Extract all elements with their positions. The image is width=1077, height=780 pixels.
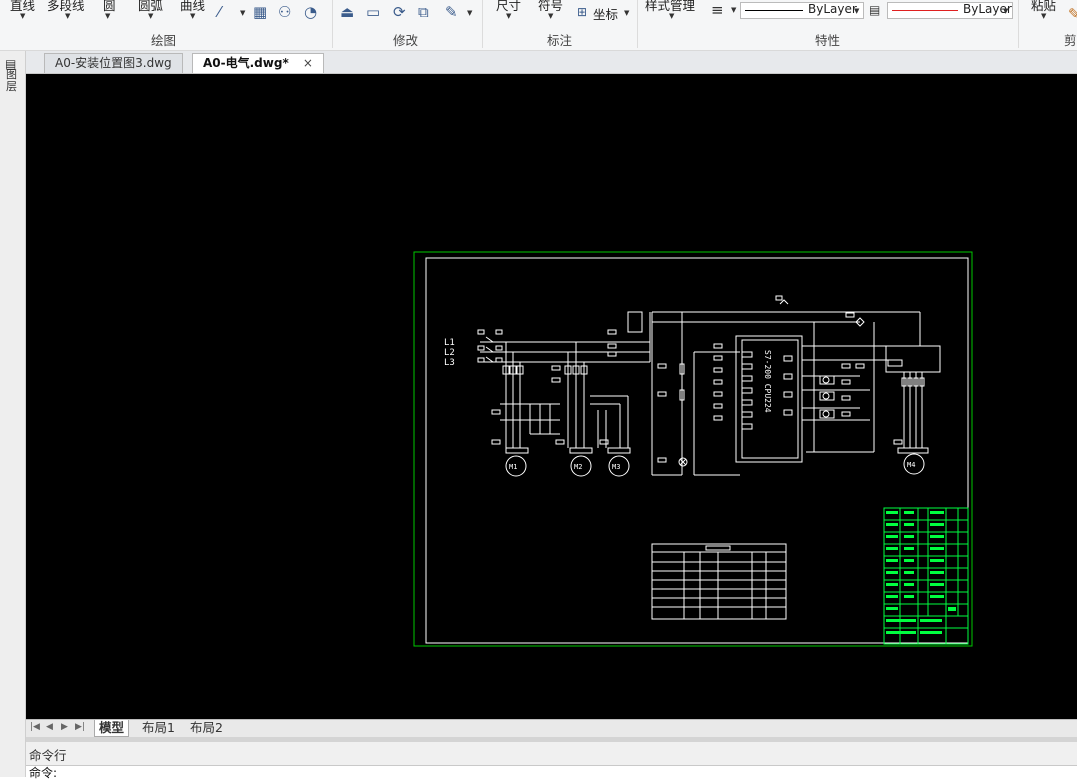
motor-label-m2: M2 — [574, 463, 582, 471]
layer-color-icon[interactable]: ▤ — [869, 2, 880, 18]
tab-layout1[interactable]: 布局1 — [138, 720, 179, 736]
first-layout-icon[interactable]: |◀ — [30, 722, 40, 732]
motor-label-m1: M1 — [509, 463, 517, 471]
modify-group-title: 修改 — [393, 33, 419, 48]
stretch-icon[interactable]: ⏏ — [340, 4, 354, 20]
group-divider — [332, 0, 333, 48]
group-divider — [1018, 0, 1019, 48]
phase-label-l1: L1 — [444, 338, 455, 348]
file-tab-bar: A0-安装位置图3.dwg A0-电气.dwg* × — [26, 51, 1077, 74]
command-panel-title: 命令行 — [29, 748, 67, 763]
hatch-icon[interactable]: ▦ — [253, 4, 267, 20]
style-manager-dropdown-icon[interactable]: ▼ — [669, 12, 674, 20]
brush-icon[interactable]: ✎ — [1068, 6, 1077, 22]
layout-tab-bar: |◀ ◀ ▶ ▶| 模型 布局1 布局2 — [26, 719, 1077, 738]
group-divider — [482, 0, 483, 48]
boundary-icon[interactable]: ◔ — [304, 4, 317, 20]
linetype-dropdown-icon: ▼ — [854, 7, 860, 15]
coordinate-tool[interactable]: 坐标 — [593, 4, 618, 23]
title-block — [883, 507, 969, 645]
phase-label-l3: L3 — [444, 358, 455, 368]
construction-dropdown-icon[interactable]: ▼ — [240, 9, 245, 17]
last-layout-icon[interactable]: ▶| — [75, 722, 85, 732]
coordinate-icon[interactable]: ⊞ — [577, 4, 587, 20]
tab-electrical-drawing[interactable]: A0-电气.dwg* × — [192, 53, 324, 73]
layer-panel-label: 图层 — [6, 68, 17, 93]
command-prompt: 命令: — [29, 766, 58, 780]
close-icon[interactable]: × — [303, 56, 313, 70]
line-dropdown-icon[interactable]: ▼ — [20, 12, 25, 20]
drawing-svg: L1 L2 L3 S7-200 CPU224 M1 M2 M3 M4 — [413, 251, 973, 647]
annotation-group-title: 标注 — [547, 33, 573, 48]
color-preview — [892, 10, 958, 11]
color-dropdown-icon: ▼ — [1003, 7, 1009, 15]
dimension-dropdown-icon[interactable]: ▼ — [506, 12, 511, 20]
tab-install-drawing[interactable]: A0-安装位置图3.dwg — [44, 53, 183, 73]
phase-label-l2: L2 — [444, 348, 455, 358]
plc-label: S7-200 CPU224 — [763, 350, 772, 413]
tab-model[interactable]: 模型 — [94, 720, 130, 737]
motor-label-m4: M4 — [907, 461, 915, 469]
symbol-dropdown-icon[interactable]: ▼ — [548, 12, 553, 20]
linetype-value: ByLayer — [808, 2, 857, 16]
motor-label-m3: M3 — [612, 463, 620, 471]
paste-dropdown-icon[interactable]: ▼ — [1041, 12, 1046, 20]
coordinate-dropdown-icon[interactable]: ▼ — [624, 9, 629, 17]
polyline-dropdown-icon[interactable]: ▼ — [65, 12, 70, 20]
region-icon[interactable]: ⚇ — [278, 4, 291, 20]
curve-dropdown-icon[interactable]: ▼ — [190, 12, 195, 20]
schematic — [477, 295, 941, 620]
edit-icon[interactable]: ✎ — [445, 4, 458, 20]
array-icon[interactable]: ⧉ — [418, 4, 429, 20]
ribbon: 直线 ▼ 多段线 ▼ 圆 ▼ 圆弧 ▼ 曲线 ▼ ⁄ ▼ ▦ ⚇ ◔ 绘图 ⏏ … — [0, 0, 1077, 51]
linetype-preview — [745, 10, 803, 11]
prev-layout-icon[interactable]: ◀ — [46, 722, 53, 732]
command-panel: 命令行 命令: — [26, 742, 1077, 780]
copy-icon[interactable]: ▭ — [366, 4, 380, 20]
group-divider — [637, 0, 638, 48]
lineweight-icon[interactable]: ≡ — [711, 2, 724, 18]
clipboard-group-title: 剪 — [1064, 33, 1077, 48]
tab-label: A0-电气.dwg* — [203, 56, 289, 70]
arc-dropdown-icon[interactable]: ▼ — [148, 12, 153, 20]
circle-dropdown-icon[interactable]: ▼ — [105, 12, 110, 20]
lineweight-dropdown-icon[interactable]: ▼ — [731, 6, 736, 14]
outer-frame — [413, 251, 973, 647]
tab-layout2[interactable]: 布局2 — [186, 720, 227, 736]
linetype-select[interactable]: ByLayer ▼ — [740, 2, 864, 19]
drawing-canvas[interactable]: L1 L2 L3 S7-200 CPU224 M1 M2 M3 M4 — [26, 74, 1077, 720]
draw-group-title: 绘图 — [151, 33, 177, 48]
layer-panel-strip[interactable]: ▤ 图层 — [0, 51, 26, 777]
command-input[interactable]: 命令: — [26, 765, 1077, 780]
rotate-icon[interactable]: ⟳ — [393, 4, 406, 20]
construction-line-icon[interactable]: ⁄ — [218, 4, 221, 20]
tab-label: A0-安装位置图3.dwg — [55, 56, 172, 70]
color-select[interactable]: ByLayer ▼ — [887, 2, 1013, 19]
properties-group-title: 特性 — [815, 33, 841, 48]
modify-dropdown-icon[interactable]: ▼ — [467, 9, 472, 17]
next-layout-icon[interactable]: ▶ — [61, 722, 68, 732]
